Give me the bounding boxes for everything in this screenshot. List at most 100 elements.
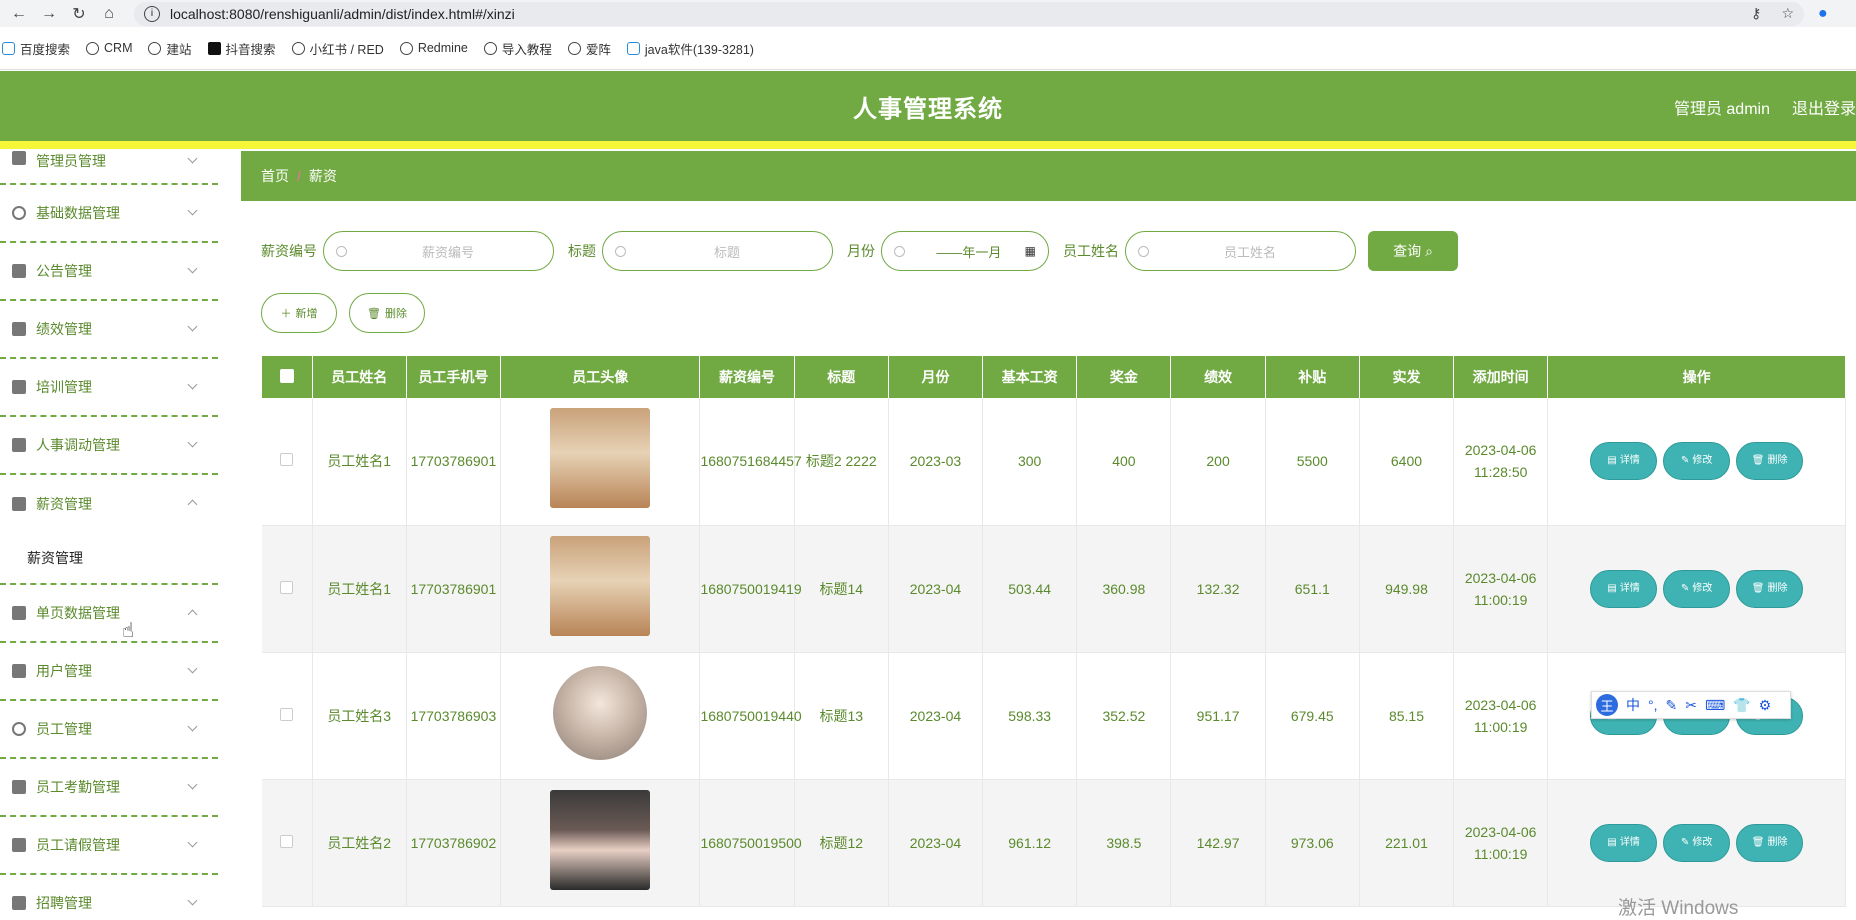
sidebar-item-performance[interactable]: 绩效管理 (0, 301, 218, 359)
detail-button[interactable]: ▤详情 (1590, 442, 1658, 481)
avatar-image[interactable] (550, 408, 651, 509)
row-select-cell (262, 398, 313, 526)
clipboard-icon (12, 264, 26, 278)
breadcrumb-home[interactable]: 首页 (261, 166, 289, 186)
sidebar-item-training[interactable]: 培训管理 (0, 359, 218, 417)
row-checkbox[interactable] (280, 453, 294, 467)
chevron-down-icon (187, 663, 198, 674)
row-checkbox[interactable] (280, 580, 294, 594)
add-button[interactable]: ＋新增 (261, 293, 337, 333)
ime-mode[interactable]: 中 (1626, 695, 1640, 715)
bookmark[interactable]: 爱阵 (567, 39, 611, 58)
query-button[interactable]: 查询 ⌕ (1368, 231, 1458, 271)
home-icon[interactable]: ⌂ (94, 2, 124, 26)
row-checkbox[interactable] (280, 834, 294, 848)
sidebar-item-recruit[interactable]: 招聘管理 (0, 875, 218, 920)
bookmark[interactable]: java软件(139-3281) (626, 39, 754, 58)
book-icon (12, 322, 26, 336)
employee-name-input[interactable]: 员工姓名 (1125, 231, 1356, 271)
crop-icon (12, 838, 26, 852)
punctuation-icon[interactable]: °, (1648, 697, 1658, 713)
bookmark[interactable]: Redmine (399, 41, 468, 55)
app-header: 人事管理系统 管理员 admin 退出登录 (0, 71, 1856, 141)
title-label: 标题 (568, 243, 596, 259)
logout-link[interactable]: 退出登录 (1792, 95, 1856, 119)
trash-icon: 🗑 (1751, 836, 1765, 848)
cell-month: 2023-03 (888, 398, 984, 526)
bookmark[interactable]: 导入教程 (483, 39, 552, 58)
avatar-image[interactable] (553, 665, 648, 760)
gear-icon[interactable]: ⚙ (1759, 697, 1772, 714)
ime-logo-icon[interactable]: 王 (1596, 694, 1618, 716)
edit-button[interactable]: ✎修改 (1663, 823, 1731, 862)
key-icon[interactable]: ⚷ (1751, 5, 1761, 22)
delete-row-button[interactable]: 🗑删除 (1736, 569, 1804, 608)
cell-title: 标题12 (794, 779, 889, 907)
calendar-icon[interactable]: ▦ (1025, 244, 1036, 258)
cell-perf: 142.97 (1170, 779, 1266, 907)
cell-phone: 17703786903 (406, 652, 502, 780)
app-title: 人事管理系统 (853, 95, 1003, 123)
trash-icon: 🗑 (367, 307, 381, 320)
cell-bonus: 360.98 (1076, 525, 1172, 653)
url-text: localhost:8080/renshiguanli/admin/dist/i… (170, 5, 515, 22)
month-input[interactable]: ——年一月 ▦ (881, 231, 1049, 271)
edit-button[interactable]: ✎修改 (1663, 569, 1731, 608)
cell-salary-no: 1680750019500 (699, 779, 802, 907)
reload-icon[interactable]: ↻ (64, 2, 94, 26)
sidebar-item-transfer[interactable]: 人事调动管理 (0, 417, 218, 475)
bookmark[interactable]: CRM (86, 41, 132, 55)
title-input[interactable]: 标题 (602, 231, 833, 271)
paw-icon (2, 41, 15, 55)
breadcrumb: 首页 / 薪资 (241, 151, 1856, 201)
sidebar-item-basic-data[interactable]: 基础数据管理 (0, 185, 218, 243)
cell-net: 85.15 (1359, 652, 1455, 780)
cell-ops: ▤详情✎修改🗑删除 (1547, 779, 1846, 907)
column-header: 员工手机号 (406, 356, 502, 398)
pen-icon[interactable]: ✎ (1666, 697, 1678, 714)
chevron-down-icon (187, 437, 198, 448)
back-icon[interactable]: ← (4, 2, 34, 26)
shirt-icon[interactable]: 👕 (1733, 697, 1750, 714)
sidebar-item-leave[interactable]: 员工请假管理 (0, 817, 218, 875)
scissors-icon[interactable]: ✂ (1685, 697, 1697, 714)
address-bar[interactable]: i localhost:8080/renshiguanli/admin/dist… (134, 1, 1804, 26)
browser-toolbar: ← → ↻ ⌂ i localhost:8080/renshiguanli/ad… (0, 0, 1856, 27)
keyboard-icon[interactable]: ⌨ (1705, 697, 1725, 714)
avatar-image[interactable] (550, 535, 651, 636)
bookmark[interactable]: 抖音搜索 (207, 39, 276, 58)
row-checkbox[interactable] (280, 707, 294, 721)
sidebar-item-attendance[interactable]: 员工考勤管理 (0, 759, 218, 817)
globe-icon (567, 41, 581, 55)
detail-button[interactable]: ▤详情 (1590, 823, 1658, 862)
forward-icon[interactable]: → (34, 2, 64, 26)
salary-no-input[interactable]: 薪资编号 (323, 231, 554, 271)
edit-button[interactable]: ✎修改 (1663, 442, 1731, 481)
bookmark[interactable]: 百度搜索 (2, 39, 70, 58)
select-all-header[interactable] (262, 356, 313, 398)
chevron-down-icon (187, 263, 198, 274)
windows-watermark: 激活 Windows (1618, 898, 1739, 919)
site-info-icon[interactable]: i (144, 5, 160, 22)
submenu-item-salary[interactable]: 薪资管理 (0, 533, 218, 585)
sidebar-item-users[interactable]: 用户管理 (0, 643, 218, 701)
cell-base: 598.33 (982, 652, 1078, 780)
bookmark[interactable]: 建站 (148, 39, 192, 58)
sidebar-item-salary[interactable]: 薪资管理 (0, 475, 218, 533)
delete-button[interactable]: 🗑 删除 (349, 293, 425, 333)
detail-button[interactable]: ▤详情 (1590, 569, 1658, 608)
sidebar-item-notice[interactable]: 公告管理 (0, 243, 218, 301)
delete-row-button[interactable]: 🗑删除 (1736, 823, 1804, 862)
delete-row-button[interactable]: 🗑删除 (1736, 442, 1804, 481)
sidebar-item-employees[interactable]: 员工管理 (0, 701, 218, 759)
avatar-image[interactable] (550, 789, 651, 890)
cell-added: 2023-04-06 11:00:19 (1453, 652, 1549, 780)
sidebar-item-admin[interactable]: 管理员管理 (0, 149, 218, 185)
sidebar-item-single-page[interactable]: 单页数据管理 (0, 585, 218, 643)
table-row: 员工姓名1 17703786901 1680751684457 标题2 2222… (262, 398, 1846, 526)
star-icon[interactable]: ☆ (1781, 5, 1794, 22)
profile-icon[interactable]: ● (1818, 5, 1828, 23)
select-all-checkbox[interactable] (279, 368, 294, 383)
ime-toolbar[interactable]: 王 中 °, ✎ ✂ ⌨ 👕 ⚙ (1591, 691, 1791, 719)
bookmark[interactable]: 小红书 / RED (291, 39, 384, 58)
